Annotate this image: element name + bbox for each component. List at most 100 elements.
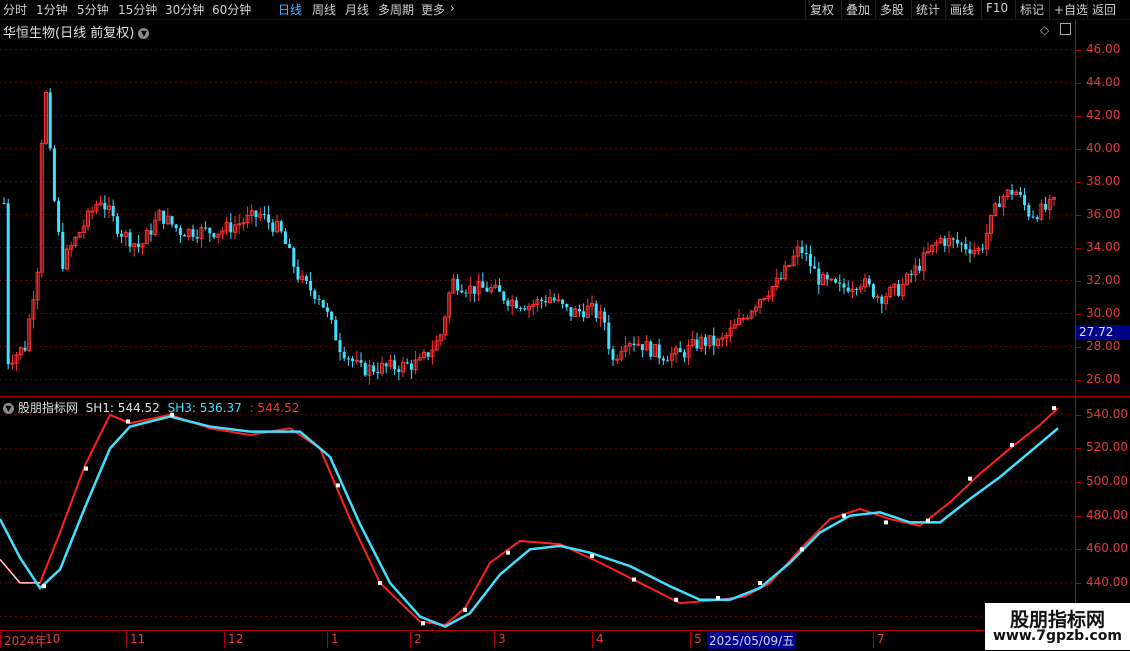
candle-body <box>955 239 959 244</box>
candle-body <box>552 297 556 301</box>
candle-body <box>288 244 292 249</box>
sh1-marker <box>926 518 930 523</box>
period-tab-0[interactable]: 分时 <box>3 1 27 18</box>
period-tab-2[interactable]: 5分钟 <box>77 1 109 18</box>
period-tab-5[interactable]: 60分钟 <box>212 1 251 18</box>
candle-body <box>997 203 1001 207</box>
period-toolbar: 分时 1分钟 5分钟 15分钟 30分钟 60分钟 日线 周线 月线 多周期 更多 › 复权 叠加 多股 统计… <box>0 0 1130 20</box>
period-tab-3[interactable]: 15分钟 <box>118 1 157 18</box>
candle-body <box>254 210 258 218</box>
candlestick-chart[interactable] <box>0 20 1075 396</box>
indicator-name: 股朋指标网 <box>17 401 78 415</box>
period-tab-9[interactable]: 多周期 <box>378 1 414 18</box>
sh3-value: SH3: 536.37 <box>167 401 242 415</box>
panel-divider <box>0 396 1130 397</box>
candle-body <box>981 248 985 250</box>
candle-body <box>321 299 325 308</box>
toolbar-button-5[interactable]: F10 <box>986 1 1008 15</box>
y-tick-label: 32.00 <box>1086 272 1121 287</box>
indicator-panel[interactable]: ▼ 股朋指标网 SH1: 544.52 SH3: 536.37 : 544.52 <box>0 398 1075 630</box>
candle-body <box>292 248 296 267</box>
candle-body <box>183 235 187 237</box>
panel-icon[interactable] <box>1060 23 1071 35</box>
sh1-marker <box>674 597 678 602</box>
chevron-down-icon[interactable]: ▼ <box>3 403 14 414</box>
candle-body <box>846 287 850 292</box>
candle-body <box>594 303 598 319</box>
diamond-icon[interactable]: ◇ <box>1040 23 1049 37</box>
candle-body <box>813 266 817 269</box>
candle-body <box>6 203 10 365</box>
period-tab-7[interactable]: 周线 <box>312 1 336 18</box>
candle-body <box>897 284 901 296</box>
candle-body <box>460 290 464 293</box>
y-tick-label: 440.00 <box>1086 574 1128 589</box>
candle-body <box>1018 192 1022 195</box>
sh1-marker <box>632 577 636 582</box>
candle-body <box>703 337 707 346</box>
toolbar-button-4[interactable]: 画线 <box>950 1 974 18</box>
y-tick-mark <box>1076 313 1081 315</box>
period-tab-10[interactable]: 更多 <box>421 1 445 18</box>
candle-body <box>279 221 283 232</box>
toolbar-button-8[interactable]: 返回 <box>1092 1 1116 18</box>
candle-body <box>695 339 699 349</box>
y-tick-label: 42.00 <box>1086 107 1121 122</box>
sh1-marker <box>800 547 804 552</box>
candle-body <box>325 307 329 312</box>
toolbar-button-1[interactable]: 叠加 <box>846 1 870 18</box>
chart-title: 华恒生物(日线 前复权) ▼ <box>3 22 150 41</box>
extra-value: : 544.52 <box>249 401 300 415</box>
indicator-chart[interactable] <box>0 398 1075 630</box>
candle-body <box>506 300 510 306</box>
candle-body <box>611 349 615 360</box>
y-tick-mark <box>1076 82 1081 84</box>
candle-body <box>909 273 913 275</box>
x-tick-label: 2024年 <box>0 632 47 648</box>
candle-body <box>262 213 266 215</box>
candle-body <box>229 222 233 233</box>
price-chart-panel[interactable]: 华恒生物(日线 前复权) ▼ ◇ <box>0 20 1075 396</box>
sh1-marker <box>84 466 88 471</box>
candle-body <box>111 205 115 217</box>
candle-body <box>409 363 413 370</box>
candle-body <box>615 358 620 361</box>
sh1-marker <box>758 580 762 585</box>
candle-body <box>485 287 489 292</box>
candle-body <box>61 231 65 269</box>
sh1-marker <box>968 476 972 481</box>
sh1-marker <box>463 607 467 612</box>
current-price-tag: 27.72 <box>1076 325 1130 340</box>
candle-body <box>829 278 834 281</box>
more-arrow-icon[interactable]: › <box>450 1 455 15</box>
toolbar-separator <box>841 0 842 19</box>
y-tick-label: 38.00 <box>1086 173 1121 188</box>
period-tab-6[interactable]: 日线 <box>278 1 302 18</box>
toolbar-button-7[interactable]: +自选 <box>1054 1 1088 18</box>
candle-body <box>103 203 107 210</box>
sh1-marker <box>1010 443 1014 448</box>
candle-body <box>556 299 561 302</box>
y-tick-label: 540.00 <box>1086 406 1128 421</box>
toolbar-button-6[interactable]: 标记 <box>1020 1 1044 18</box>
toolbar-button-2[interactable]: 多股 <box>880 1 904 18</box>
candle-body <box>472 286 476 294</box>
period-tab-8[interactable]: 月线 <box>345 1 369 18</box>
candle-body <box>514 300 518 309</box>
candle-body <box>577 308 581 312</box>
candle-body <box>804 253 808 255</box>
y-tick-label: 460.00 <box>1086 541 1128 556</box>
chevron-down-icon[interactable]: ▼ <box>138 28 150 39</box>
toolbar-button-3[interactable]: 统计 <box>916 1 940 18</box>
period-tab-1[interactable]: 1分钟 <box>36 1 68 18</box>
y-tick-mark <box>1076 549 1081 551</box>
candle-body <box>678 348 682 353</box>
candle-body <box>23 347 27 351</box>
toolbar-separator <box>1015 0 1016 19</box>
period-tab-4[interactable]: 30分钟 <box>165 1 204 18</box>
toolbar-button-0[interactable]: 复权 <box>810 1 834 18</box>
y-tick-mark <box>1076 448 1081 450</box>
x-tick-label: 2 <box>410 632 422 648</box>
candle-body <box>800 246 804 254</box>
toolbar-separator <box>805 0 806 19</box>
